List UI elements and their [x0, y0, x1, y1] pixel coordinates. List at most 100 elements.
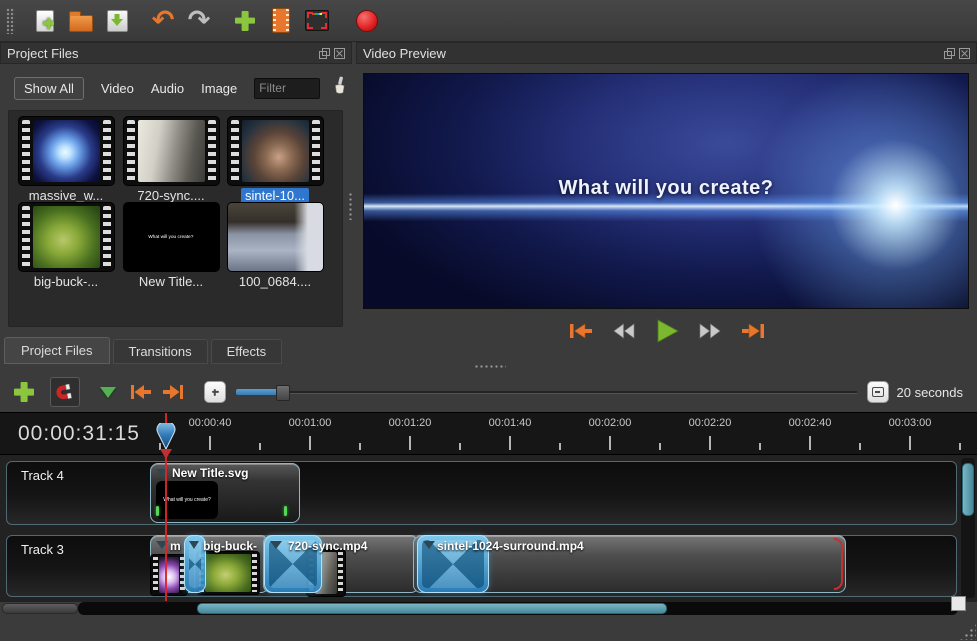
jump-start-button[interactable] [566, 318, 596, 344]
new-project-icon [36, 10, 54, 32]
window-resize-grip[interactable] [959, 623, 976, 640]
project-files-panel: Project Files Show All Video Audio Image… [0, 42, 352, 372]
panel-title: Video Preview [363, 46, 940, 61]
export-video-button[interactable] [299, 3, 335, 39]
next-marker-button[interactable] [161, 384, 184, 400]
panel-splitter-handle[interactable] [348, 192, 353, 220]
snapping-magnet-icon [53, 380, 76, 403]
video-thumb-art [138, 120, 205, 182]
zoom-scale-label: 20 seconds [897, 385, 964, 400]
file-item[interactable]: massive_w... [16, 117, 116, 205]
snapping-toggle-button[interactable] [50, 377, 80, 407]
playhead-time: 00:00:31:15 [18, 422, 140, 446]
timeline-zoom-slider[interactable] [236, 383, 857, 401]
transition-chevron-icon[interactable] [270, 541, 282, 549]
choose-profile-button[interactable] [263, 3, 299, 39]
open-project-button[interactable] [63, 3, 99, 39]
file-filter-bar: Show All Video Audio Image [0, 74, 352, 102]
play-icon [654, 318, 680, 344]
vertical-scrollbar-thumb[interactable] [962, 463, 974, 516]
clip-thumbnail [151, 555, 187, 595]
clear-filter-button[interactable] [331, 76, 348, 100]
track-name: Track 3 [21, 542, 64, 557]
tab-transitions[interactable]: Transitions [113, 339, 208, 364]
clip-handle-right[interactable] [284, 506, 287, 516]
file-thumbnail [19, 117, 114, 185]
import-files-icon [235, 11, 255, 31]
save-project-button[interactable] [99, 3, 135, 39]
transition-chevron-icon[interactable] [423, 541, 435, 549]
filter-tab-audio[interactable]: Audio [151, 81, 184, 96]
ruler-mark: 00:03:00 [889, 417, 932, 429]
file-label: massive_w... [29, 188, 103, 203]
title-thumb-text: What will you create? [148, 234, 193, 240]
clip-thumbnail [197, 552, 259, 594]
previous-marker-button[interactable] [130, 384, 153, 400]
close-panel-button[interactable] [959, 48, 970, 59]
next-marker-icon [161, 384, 184, 400]
add-marker-icon[interactable] [100, 387, 116, 398]
file-label: 100_0684.... [239, 274, 311, 289]
file-item[interactable]: What will you create? New Title... [121, 203, 221, 291]
plus-badge-icon [43, 18, 54, 29]
video-thumb-art [242, 120, 309, 182]
float-icon [944, 48, 955, 59]
add-track-icon[interactable] [14, 382, 34, 402]
slider-fill [236, 389, 278, 395]
profile-icon [272, 8, 290, 33]
playhead-tip-icon [160, 449, 172, 459]
ruler-mark: 00:02:40 [789, 417, 832, 429]
filter-tab-show-all[interactable]: Show All [14, 77, 84, 100]
redo-icon: ↷ [188, 7, 211, 34]
tab-project-files[interactable]: Project Files [4, 337, 110, 364]
clip-label: New Title.svg [172, 466, 248, 480]
toolbar-grip-handle[interactable] [6, 8, 15, 34]
new-project-button[interactable] [27, 3, 63, 39]
play-button[interactable] [652, 318, 682, 344]
video-preview-display: What will you create? [363, 73, 969, 309]
clip-label: sintel-1024-surround.mp4 [437, 539, 584, 553]
scrollbar-corner [951, 596, 966, 611]
jump-end-button[interactable] [738, 318, 768, 344]
tab-effects[interactable]: Effects [211, 339, 283, 364]
zoom-out-button[interactable] [867, 381, 889, 403]
file-item[interactable]: 100_0684.... [225, 203, 325, 291]
import-files-button[interactable] [227, 3, 263, 39]
transition-chevron-icon[interactable] [189, 541, 199, 549]
close-panel-button[interactable] [334, 48, 345, 59]
clip-trim-edge[interactable] [834, 538, 843, 590]
file-thumbnail: What will you create? [124, 203, 219, 271]
file-item[interactable]: 720-sync.... [121, 117, 221, 205]
float-panel-button[interactable] [944, 48, 955, 59]
horizontal-scrollbar-thumb[interactable] [197, 603, 667, 614]
zoom-in-button[interactable] [204, 381, 226, 403]
float-panel-button[interactable] [319, 48, 330, 59]
file-item[interactable]: big-buck-... [16, 203, 116, 291]
file-label: sintel-10... [241, 188, 309, 203]
redo-button[interactable]: ↷ [181, 3, 217, 39]
ruler-mark: 00:02:20 [689, 417, 732, 429]
project-files-list: massive_w... 720-sync.... sintel-10... b… [8, 110, 343, 327]
record-button[interactable] [349, 3, 385, 39]
filter-tab-video[interactable]: Video [101, 81, 134, 96]
dock-tabs: Project Files Transitions Effects [4, 337, 285, 364]
clip-handle-left[interactable] [156, 506, 159, 516]
timeline-tracks: Track 4 Track 3 What will you create? Ne… [0, 455, 977, 602]
file-label: New Title... [139, 274, 203, 289]
project-files-panel-header: Project Files [0, 42, 352, 64]
slider-handle[interactable] [276, 385, 290, 401]
clip-label: 720-sync.mp4 [288, 539, 367, 553]
ruler-mark: 00:00:40 [189, 417, 232, 429]
preview-timeline-splitter-handle[interactable] [474, 364, 506, 369]
file-item-selected[interactable]: sintel-10... [225, 117, 325, 205]
rewind-button[interactable] [609, 318, 639, 344]
main-toolbar: ↶ ↷ [0, 0, 977, 42]
fast-forward-button[interactable] [695, 318, 725, 344]
timeline-ruler[interactable]: 00:00:31:15 00:00:40 00:01:00 00:01:20 0… [0, 412, 977, 455]
openshot-window: { "colors": { "selection_blue": "#2f76cf… [0, 0, 977, 641]
filter-input[interactable] [254, 78, 320, 99]
filter-tab-image[interactable]: Image [201, 81, 237, 96]
video-overlay-text: What will you create? [364, 177, 968, 200]
undo-button[interactable]: ↶ [145, 3, 181, 39]
slider-track [236, 391, 857, 393]
